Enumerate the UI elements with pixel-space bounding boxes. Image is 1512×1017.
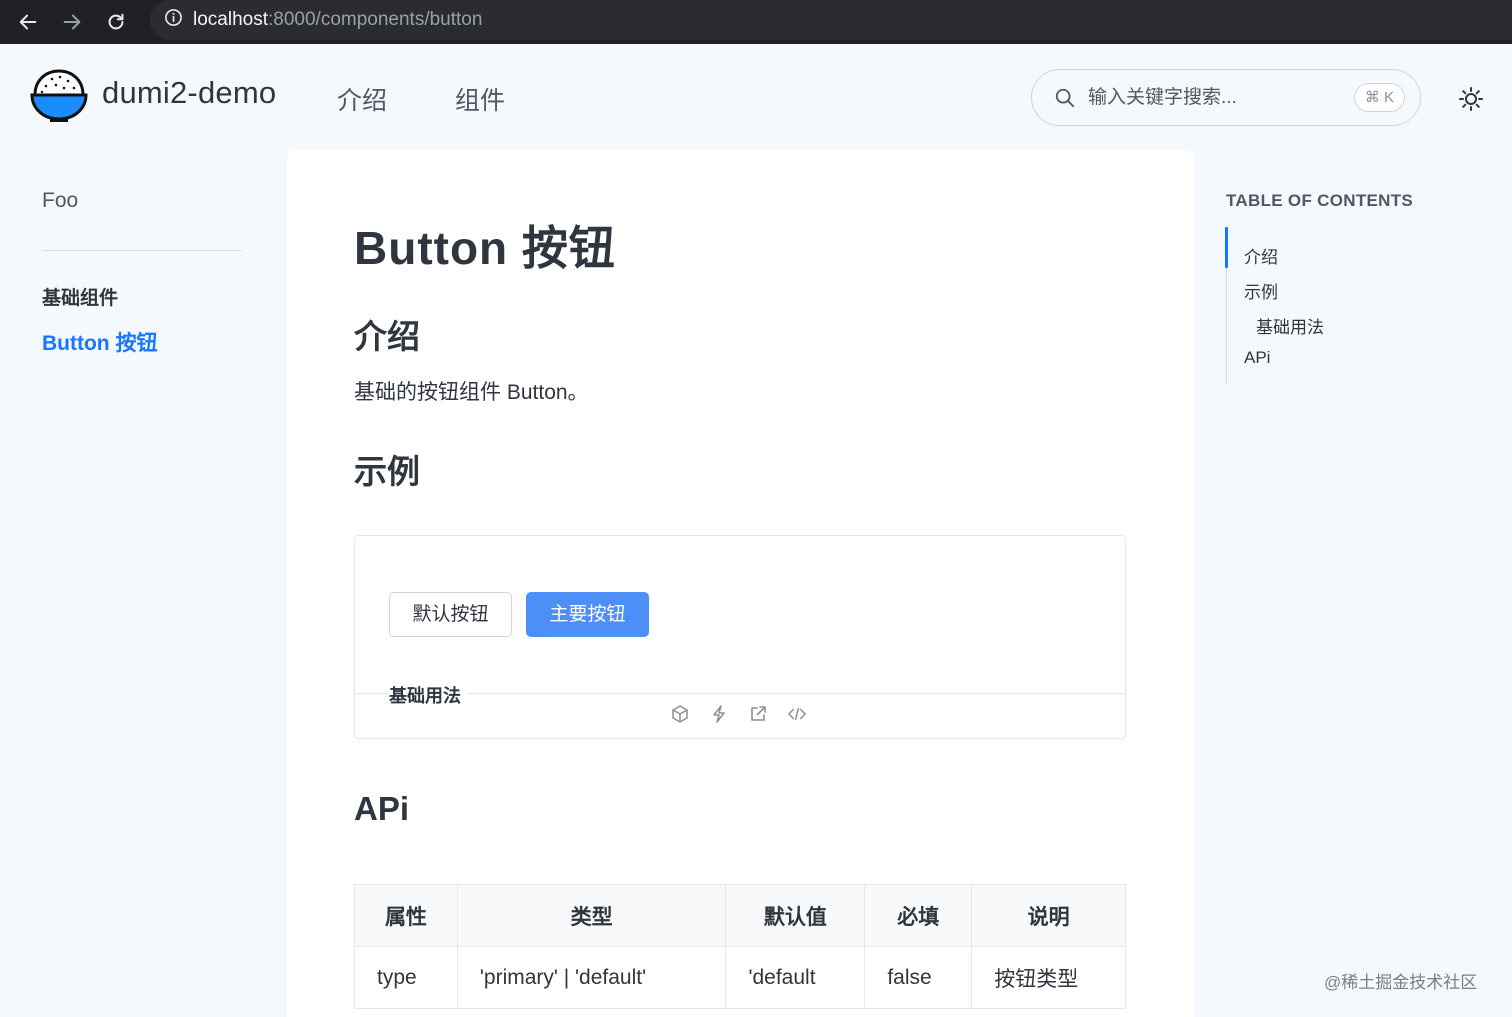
table-header-row: 属性 类型 默认值 必填 说明 <box>354 884 1126 947</box>
forward-arrow-icon[interactable] <box>50 0 94 44</box>
intro-heading: 介绍 <box>354 318 420 355</box>
address-bar[interactable]: localhost:8000/components/button <box>150 0 1512 40</box>
sidebar-divider <box>42 250 242 251</box>
browser-toolbar: localhost:8000/components/button <box>0 0 1512 44</box>
watermark-text: @稀土掘金技术社区 <box>1324 973 1478 992</box>
demo-divider <box>355 693 1125 694</box>
sun-theme-toggle-icon[interactable] <box>1456 84 1486 114</box>
table-header-cell: 说明 <box>971 884 1126 947</box>
api-heading: APi <box>354 790 410 827</box>
toc-item-basic-usage[interactable]: 基础用法 <box>1256 313 1324 338</box>
open-external-icon[interactable] <box>748 704 768 724</box>
search-input[interactable] <box>1088 82 1338 114</box>
reload-icon[interactable] <box>94 0 138 44</box>
site-header: dumi2-demo 介绍 组件 ⌘ K <box>0 44 1512 150</box>
site-info-icon[interactable] <box>164 8 183 32</box>
table-row: type 'primary' | 'default' 'default fals… <box>354 946 1126 1009</box>
toc-title: TABLE OF CONTENTS <box>1226 191 1414 210</box>
default-button[interactable]: 默认按钮 <box>389 592 512 637</box>
table-cell: 'default <box>725 946 866 1009</box>
page-title: Button 按钮 <box>354 222 616 274</box>
stackblitz-bolt-icon[interactable] <box>709 704 729 724</box>
api-table: 属性 类型 默认值 必填 说明 type 'primary' | 'defaul… <box>354 884 1126 1009</box>
sidebar-item-foo[interactable]: Foo <box>42 189 78 213</box>
search-icon <box>1054 87 1076 114</box>
table-header-cell: 必填 <box>864 884 973 947</box>
url-path: :8000/components/button <box>268 9 483 30</box>
search-box[interactable]: ⌘ K <box>1031 69 1421 126</box>
table-cell: 按钮类型 <box>971 946 1126 1009</box>
table-header-cell: 属性 <box>354 884 458 947</box>
nav-components[interactable]: 组件 <box>455 81 505 117</box>
example-heading: 示例 <box>354 453 420 490</box>
rice-bowl-logo-icon[interactable] <box>30 66 88 124</box>
table-cell: type <box>354 946 458 1009</box>
search-shortcut-badge: ⌘ K <box>1353 83 1405 112</box>
demo-actions <box>670 704 807 724</box>
demo-title: 基础用法 <box>389 682 467 708</box>
back-arrow-icon[interactable] <box>6 0 50 44</box>
toc-item-example[interactable]: 示例 <box>1244 278 1278 303</box>
table-header-cell: 默认值 <box>725 884 866 947</box>
sidebar-item-button[interactable]: Button 按钮 <box>42 327 157 357</box>
table-cell: false <box>864 946 973 1009</box>
main-content: Button 按钮 介绍 基础的按钮组件 Button。 示例 默认按钮 主要按… <box>287 150 1194 1017</box>
sidebar-group-title: 基础组件 <box>42 288 119 309</box>
toc-active-indicator <box>1225 227 1228 268</box>
show-code-icon[interactable] <box>787 704 807 724</box>
primary-button[interactable]: 主要按钮 <box>526 592 649 637</box>
nav-intro[interactable]: 介绍 <box>337 81 387 117</box>
demo-preview: 默认按钮 主要按钮 基础用法 <box>354 535 1126 739</box>
table-cell: 'primary' | 'default' <box>456 946 727 1009</box>
table-header-cell: 类型 <box>456 884 727 947</box>
intro-text: 基础的按钮组件 Button。 <box>354 381 589 404</box>
codesandbox-cube-icon[interactable] <box>670 704 690 724</box>
site-title[interactable]: dumi2-demo <box>102 75 276 111</box>
toc-item-api[interactable]: APi <box>1244 348 1270 368</box>
toc-item-intro[interactable]: 介绍 <box>1244 243 1278 268</box>
url-host: localhost <box>193 9 268 30</box>
